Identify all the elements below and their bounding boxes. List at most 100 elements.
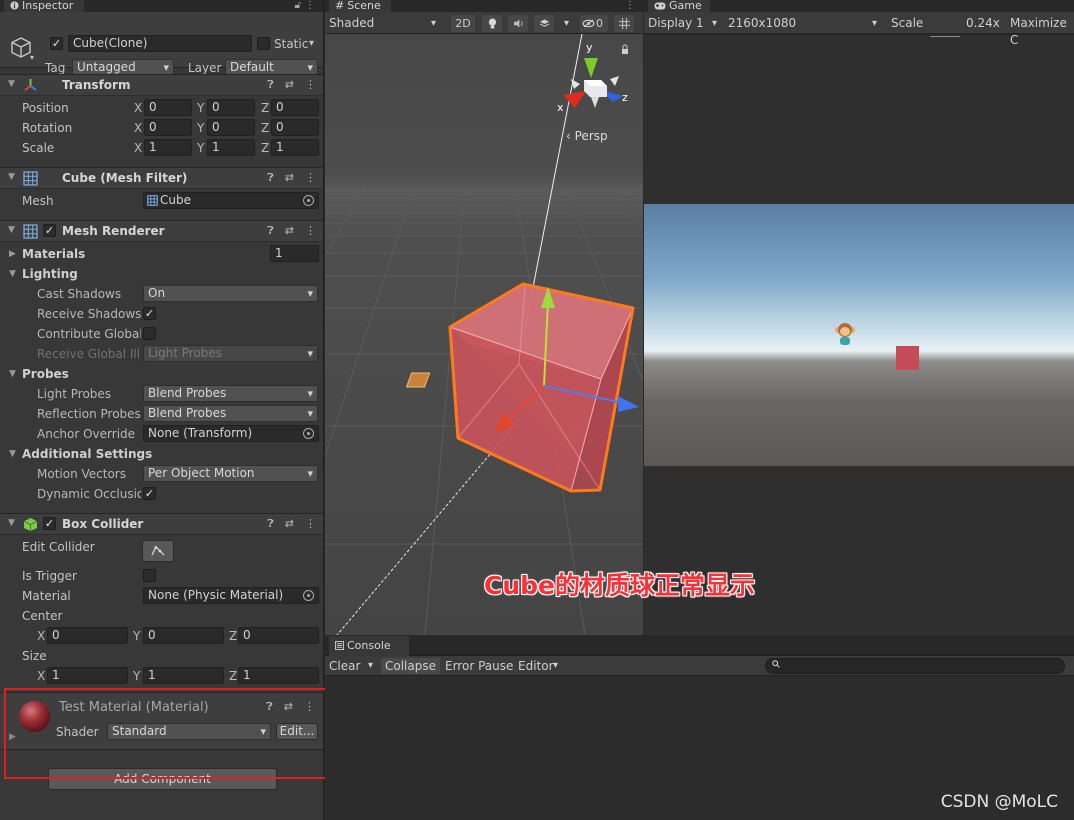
additional-settings-label[interactable]: Additional Settings	[22, 446, 152, 462]
scene-grid-toggle[interactable]	[614, 15, 634, 32]
size-z-field[interactable]: 1	[238, 667, 319, 684]
foldout-arrow-icon[interactable]: ▼	[8, 172, 15, 182]
icon-dropdown-arrow-icon[interactable]: ▾	[30, 50, 34, 66]
object-picker-icon[interactable]	[303, 195, 314, 206]
box-collider-enabled-checkbox[interactable]: ✓	[43, 517, 56, 530]
shading-dropdown-arrow-icon[interactable]: ▾	[431, 15, 436, 32]
editor-dropdown-arrow-icon[interactable]: ▾	[553, 658, 558, 674]
position-z-field[interactable]: 0	[271, 99, 319, 116]
dynamic-occlusion-checkbox[interactable]: ✓	[143, 487, 156, 500]
kebab-menu-icon[interactable]: ⋮	[625, 0, 639, 11]
mode-2d-button[interactable]: 2D	[451, 15, 475, 32]
contribute-gi-checkbox[interactable]	[143, 327, 156, 340]
kebab-menu-icon[interactable]: ⋮	[305, 78, 316, 92]
help-icon[interactable]: ❓︎	[267, 517, 274, 531]
mesh-renderer-header[interactable]: ▼ ✓ Mesh Renderer ❓︎ ⇄ ⋮	[0, 220, 323, 242]
anchor-override-field[interactable]: None (Transform)	[143, 425, 319, 442]
probes-foldout-icon[interactable]: ▼	[9, 366, 16, 382]
scale-z-field[interactable]: 1	[271, 139, 319, 156]
shading-mode-dropdown[interactable]: Shaded	[329, 15, 374, 32]
console-search-input[interactable]	[765, 658, 1065, 674]
scale-slider-track[interactable]	[930, 36, 960, 37]
help-icon[interactable]: ❓︎	[267, 224, 274, 238]
mesh-object-field[interactable]: Cube	[143, 192, 319, 209]
reflection-probes-dropdown[interactable]: Blend Probes	[143, 405, 318, 422]
clear-options-dropdown-icon[interactable]: ▾	[368, 658, 373, 674]
rotation-x-field[interactable]: 0	[144, 119, 192, 136]
help-icon[interactable]: ❓︎	[267, 171, 274, 185]
scene-effects-toggle[interactable]	[534, 15, 554, 32]
display-dropdown-arrow-icon[interactable]: ▾	[712, 15, 717, 32]
tab-console[interactable]: Console	[329, 636, 409, 656]
lock-icon[interactable]: 🔓︎	[295, 0, 305, 11]
effects-dropdown-arrow-icon[interactable]: ▾	[564, 15, 569, 32]
gizmo-lock-icon[interactable]	[622, 49, 628, 54]
display-dropdown[interactable]: Display 1	[648, 15, 704, 32]
resolution-dropdown-arrow-icon[interactable]: ▾	[872, 15, 877, 32]
scene-audio-toggle[interactable]	[508, 15, 528, 32]
kebab-menu-icon[interactable]: ⋮	[305, 517, 316, 531]
center-x-field[interactable]: 0	[47, 627, 128, 644]
scene-viewport[interactable]: y x z ‹ Persp	[325, 34, 643, 635]
maximize-on-play-toggle[interactable]: Maximize C	[1010, 15, 1074, 47]
light-probes-dropdown[interactable]: Blend Probes	[143, 385, 318, 402]
position-y-field[interactable]: 0	[207, 99, 255, 116]
error-pause-toggle[interactable]: Error Pause	[445, 658, 513, 674]
lighting-label[interactable]: Lighting	[22, 266, 78, 282]
materials-count-field[interactable]: 1	[270, 245, 319, 262]
persp-label[interactable]: ‹ Persp	[566, 129, 608, 143]
mesh-filter-header[interactable]: ▼ Cube (Mesh Filter) ❓︎ ⇄ ⋮	[0, 167, 323, 189]
tab-scene[interactable]: # Scene	[329, 0, 391, 12]
collapse-toggle[interactable]: Collapse	[381, 658, 440, 674]
box-collider-header[interactable]: ▼ ✓ Box Collider ❓︎ ⇄ ⋮	[0, 513, 323, 535]
transform-header[interactable]: ▼ Transform ❓︎ ⇄ ⋮	[0, 74, 323, 96]
editor-dropdown[interactable]: Editor	[518, 658, 554, 674]
scale-y-field[interactable]: 1	[207, 139, 255, 156]
center-y-field[interactable]: 0	[143, 627, 224, 644]
scale-x-field[interactable]: 1	[144, 139, 192, 156]
game-view[interactable]	[644, 204, 1074, 466]
preset-icon[interactable]: ⇄	[285, 517, 294, 531]
mesh-renderer-enabled-checkbox[interactable]: ✓	[43, 224, 56, 237]
foldout-arrow-icon[interactable]: ▼	[8, 518, 15, 528]
lighting-foldout-icon[interactable]: ▼	[9, 266, 16, 282]
preset-icon[interactable]: ⇄	[285, 171, 294, 185]
kebab-menu-icon[interactable]: ⋮	[305, 171, 316, 185]
kebab-menu-icon[interactable]: ⋮	[305, 0, 319, 11]
collider-material-field[interactable]: None (Physic Material)	[143, 587, 319, 604]
size-y-field[interactable]: 1	[143, 667, 224, 684]
preset-icon[interactable]: ⇄	[285, 224, 294, 238]
position-x-field[interactable]: 0	[144, 99, 192, 116]
motion-vectors-dropdown[interactable]: Per Object Motion	[143, 465, 318, 482]
clear-button[interactable]: Clear	[329, 658, 360, 674]
materials-foldout-icon[interactable]: ▶	[9, 246, 16, 262]
static-dropdown-icon[interactable]: ▾	[309, 36, 314, 52]
center-z-field[interactable]: 0	[238, 627, 319, 644]
scene-lighting-toggle[interactable]	[482, 15, 502, 32]
preset-icon[interactable]: ⇄	[285, 78, 294, 92]
rotation-y-field[interactable]: 0	[207, 119, 255, 136]
foldout-arrow-icon[interactable]: ▼	[8, 225, 15, 235]
probes-label[interactable]: Probes	[22, 366, 69, 382]
help-icon[interactable]: ❓︎	[267, 78, 274, 92]
resolution-dropdown[interactable]: 2160x1080	[728, 15, 796, 32]
additional-settings-foldout-icon[interactable]: ▼	[9, 446, 16, 462]
object-picker-icon[interactable]	[303, 590, 314, 601]
materials-label[interactable]: Materials	[22, 246, 85, 262]
size-x-field[interactable]: 1	[47, 667, 128, 684]
foldout-arrow-icon[interactable]: ▼	[8, 79, 15, 89]
object-picker-icon[interactable]	[303, 428, 314, 439]
rotation-z-field[interactable]: 0	[271, 119, 319, 136]
object-name-field[interactable]: Cube(Clone)	[68, 35, 252, 52]
static-label[interactable]: Static	[274, 36, 308, 52]
receive-shadows-checkbox[interactable]: ✓	[143, 307, 156, 320]
kebab-menu-icon[interactable]: ⋮	[305, 224, 316, 238]
static-checkbox[interactable]	[257, 37, 270, 50]
active-checkbox[interactable]: ✓	[50, 37, 63, 50]
is-trigger-checkbox[interactable]	[143, 569, 156, 582]
tab-inspector[interactable]: Inspector	[4, 0, 84, 12]
tab-game[interactable]: Game	[648, 0, 710, 12]
edit-collider-button[interactable]	[142, 540, 174, 562]
cast-shadows-dropdown[interactable]: On	[143, 285, 318, 302]
scene-visibility-toggle[interactable]: 0	[580, 15, 608, 32]
